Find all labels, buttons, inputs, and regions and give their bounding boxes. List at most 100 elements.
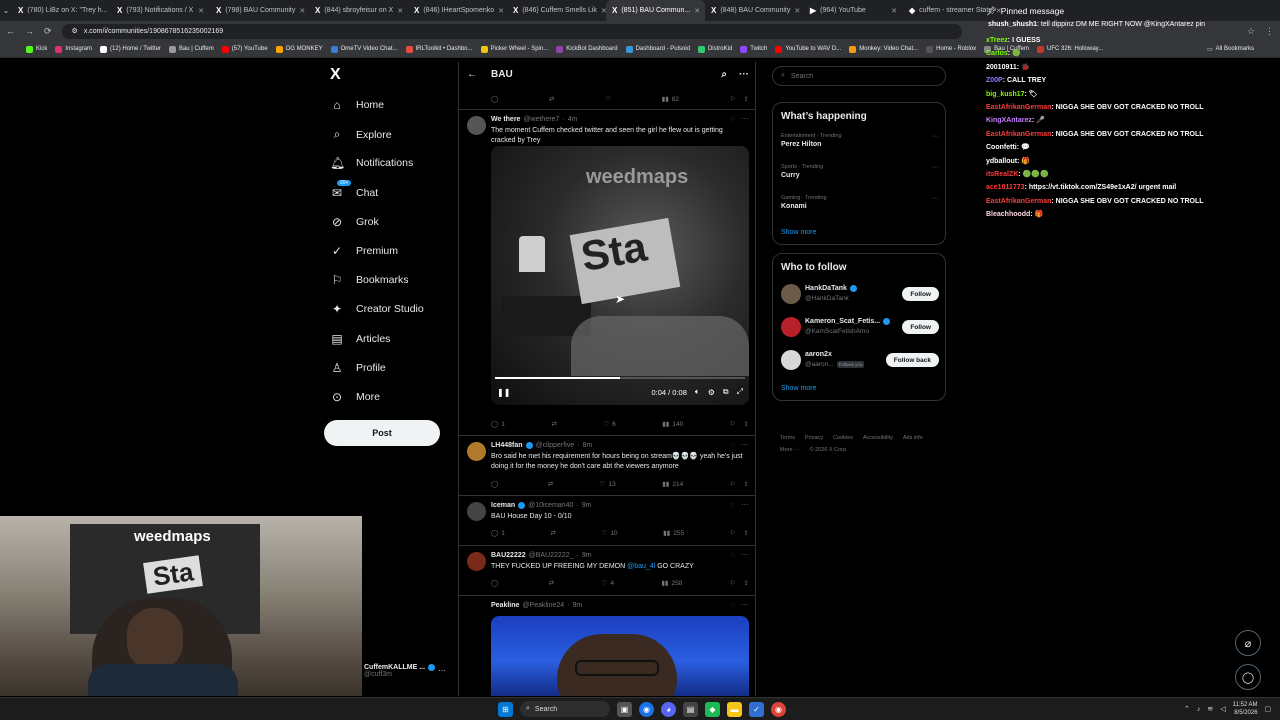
bookmark-item[interactable]: Bau | Cuffem: [168, 45, 214, 53]
bookmark-item[interactable]: (57) YouTube: [221, 45, 268, 53]
site-info-icon[interactable]: ⚙: [72, 27, 78, 35]
like-icon[interactable]: ♡: [605, 95, 611, 103]
bookmark-item[interactable]: Instagram: [55, 45, 92, 53]
nav-item-bookmarks[interactable]: ⚐ Bookmarks: [330, 273, 409, 287]
video-progress[interactable]: [495, 377, 745, 379]
back-icon[interactable]: ←: [6, 26, 15, 36]
nav-item-profile[interactable]: ♙ Profile: [330, 361, 386, 375]
chat-username[interactable]: 20010911: [986, 64, 1017, 71]
task-view-icon[interactable]: ▣: [617, 701, 632, 717]
bookmark-icon[interactable]: ⚐: [730, 529, 736, 537]
messages-icon[interactable]: ◯: [1235, 664, 1261, 690]
search-field[interactable]: ⌕: [772, 66, 946, 86]
author-name[interactable]: We there: [491, 116, 520, 123]
search-icon[interactable]: ⌕: [721, 69, 727, 80]
close-icon[interactable]: ✕: [198, 7, 204, 15]
tweet-image[interactable]: [491, 616, 749, 696]
bookmark-item[interactable]: Home - Roblox: [926, 45, 976, 53]
discord-icon[interactable]: ◕: [661, 701, 676, 717]
share-icon[interactable]: ⇪: [744, 480, 749, 488]
chat-username[interactable]: EastAfrikanGerman: [986, 198, 1051, 205]
mic-icon[interactable]: ♪: [1197, 706, 1201, 713]
bookmark-item[interactable]: Kick: [26, 45, 47, 53]
follow-back-button[interactable]: Follow back: [885, 353, 939, 367]
follow-suggestion[interactable]: aaron2x @aaron... Follows you Follow back: [781, 348, 939, 372]
tweet[interactable]: We there @wethere7 · 4m ◌ ··· The moment…: [459, 109, 755, 434]
views-button[interactable]: ▮▮ 214: [662, 480, 683, 489]
footer-link[interactable]: Accessibility: [863, 432, 893, 444]
more-icon[interactable]: ···: [932, 195, 939, 202]
forward-icon[interactable]: →: [25, 26, 34, 36]
app-icon[interactable]: ▤: [683, 701, 698, 717]
footer-link[interactable]: Privacy: [805, 432, 823, 444]
tab-search-icon[interactable]: ⌄: [0, 6, 12, 15]
grok-icon[interactable]: ◌: [730, 500, 735, 509]
chat-username[interactable]: EastAfrikanGerman: [986, 104, 1051, 111]
system-clock[interactable]: 11:52 AM 8/5/2026: [1233, 701, 1258, 717]
bookmark-icon[interactable]: ⚐: [730, 420, 736, 428]
bookmark-item[interactable]: Twitch: [740, 45, 767, 53]
avatar[interactable]: [467, 502, 486, 521]
post-button[interactable]: Post: [324, 420, 440, 446]
chat-username[interactable]: Bleachhoodd: [986, 211, 1030, 218]
file-explorer-icon[interactable]: ▬: [727, 701, 742, 717]
grok-icon[interactable]: ◌: [730, 440, 735, 449]
nav-item-articles[interactable]: ▤ Articles: [330, 332, 390, 346]
search-input[interactable]: [790, 72, 931, 80]
chat-username[interactable]: big_kush17: [986, 91, 1025, 98]
more-icon[interactable]: ···: [438, 666, 446, 675]
browser-tab[interactable]: ▶ (964) YouTube ✕: [804, 0, 903, 21]
browser-tab[interactable]: X (844) sbroyfeisur on X ✕: [309, 0, 408, 21]
notifications-icon[interactable]: ▢: [1265, 705, 1272, 713]
footer-link[interactable]: Terms: [780, 432, 795, 444]
share-icon[interactable]: ⇪: [744, 579, 749, 587]
more-icon[interactable]: ···: [741, 440, 749, 449]
follow-suggestion[interactable]: HankDaTank @HankDaTank Follow: [781, 282, 939, 306]
chat-username[interactable]: Carlos: [986, 50, 1008, 57]
chat-username[interactable]: xTreez: [986, 37, 1008, 44]
more-icon[interactable]: ···: [741, 550, 749, 559]
author-name[interactable]: BAU22222: [491, 552, 526, 559]
tweet-time[interactable]: 8m: [582, 442, 592, 449]
app-icon[interactable]: ✓: [749, 701, 764, 717]
repost-icon[interactable]: ⇄: [551, 420, 556, 428]
chat-username[interactable]: Z00P: [986, 77, 1003, 84]
more-icon[interactable]: ···: [741, 600, 749, 609]
author-handle[interactable]: @clipperfive: [536, 442, 575, 449]
close-icon[interactable]: ✕: [794, 7, 800, 15]
like-button[interactable]: ♡ 10: [601, 529, 617, 538]
close-icon[interactable]: ✕: [299, 7, 305, 15]
tweet[interactable]: BAU22222 @BAU22222_ · 9m ◌ ··· THEY FUCK…: [459, 545, 755, 595]
author-name[interactable]: Iceman: [491, 502, 515, 509]
more-icon[interactable]: ···: [741, 500, 749, 509]
chat-username[interactable]: ydballout: [986, 158, 1017, 165]
browser-tab[interactable]: X (798) BAU Community ✕: [210, 0, 309, 21]
bookmark-item[interactable]: Picker Wheel - Spin...: [480, 45, 548, 53]
mention-link[interactable]: @bau_4l: [627, 563, 655, 570]
app-icon[interactable]: ◆: [705, 701, 720, 717]
close-icon[interactable]: ✕: [498, 7, 504, 15]
bookmark-icon[interactable]: ⚐: [730, 579, 736, 587]
chrome-icon[interactable]: ◉: [639, 701, 654, 717]
browser-tab[interactable]: X (846) IHeartSpomenko ✕: [408, 0, 507, 21]
share-icon[interactable]: ⇪: [744, 95, 749, 103]
footer-link[interactable]: Ads info: [903, 432, 923, 444]
nav-item-more[interactable]: ⊙ More: [330, 390, 380, 404]
bookmark-icon[interactable]: ⚐: [730, 95, 736, 103]
views-button[interactable]: ▮▮ 140: [662, 420, 683, 429]
author-name[interactable]: LH448fan: [491, 442, 523, 449]
bookmark-item[interactable]: OG MONKEY: [275, 45, 323, 53]
chat-username[interactable]: itsRealZK: [986, 171, 1018, 178]
chrome-icon[interactable]: ◉: [771, 701, 786, 717]
close-icon[interactable]: ✕: [891, 7, 897, 15]
reply-button[interactable]: ◯: [491, 480, 501, 488]
author-handle[interactable]: @Peakline24: [522, 602, 564, 609]
more-icon[interactable]: ···: [932, 164, 939, 171]
trend-item[interactable]: Entertainment · Trending Perez Hilton ··…: [781, 133, 939, 148]
tweet-time[interactable]: 9m: [582, 552, 592, 559]
bookmark-item[interactable]: IRLToolkit • Dashbo...: [405, 45, 473, 53]
repost-icon[interactable]: ⇄: [549, 579, 554, 587]
more-icon[interactable]: ···: [741, 114, 749, 123]
follow-button[interactable]: Follow: [902, 287, 939, 301]
tweet[interactable]: Peakline @Peakline24 · 9m ◌ ···: [459, 595, 755, 696]
